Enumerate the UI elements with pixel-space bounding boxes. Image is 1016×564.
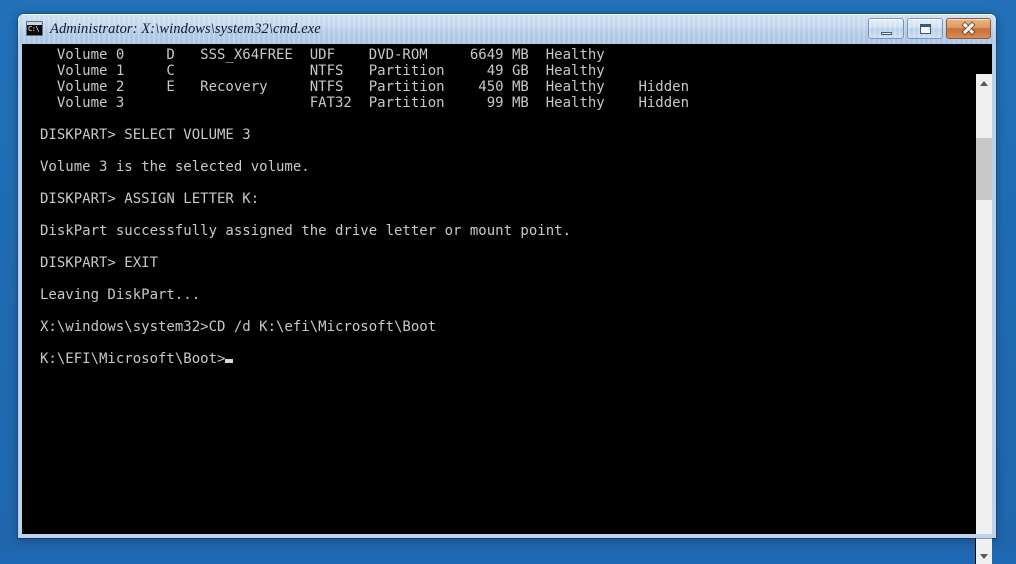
maximize-button[interactable] [907, 18, 943, 39]
desktop-background: C:\ Administrator: X:\windows\system32\c… [0, 0, 1016, 564]
maximize-icon [919, 24, 931, 34]
scroll-down-button[interactable] [976, 547, 992, 564]
title-bar-highlight [18, 14, 996, 15]
console-window: C:\ Administrator: X:\windows\system32\c… [18, 14, 996, 564]
close-button[interactable] [946, 18, 991, 39]
cmd-icon-label: C:\ [28, 25, 40, 33]
chevron-up-icon [980, 80, 988, 86]
window-bottom-shadow [18, 538, 996, 539]
cmd-console-icon[interactable]: C:\ [26, 21, 43, 36]
console-output: Volume 0 D SSS_X64FREE UDF DVD-ROM 6649 … [40, 47, 690, 367]
window-title: Administrator: X:\windows\system32\cmd.e… [50, 21, 321, 37]
caption-button-group [868, 18, 991, 40]
console-scrollbar[interactable] [975, 74, 992, 564]
title-bar[interactable]: C:\ Administrator: X:\windows\system32\c… [18, 14, 996, 44]
scrollbar-thumb[interactable] [976, 138, 992, 200]
chevron-down-icon [980, 553, 988, 559]
minimize-button[interactable] [868, 18, 904, 39]
console-screen[interactable]: Volume 0 D SSS_X64FREE UDF DVD-ROM 6649 … [22, 44, 975, 534]
close-icon [962, 22, 975, 35]
minimize-icon [880, 32, 892, 35]
console-client-area[interactable]: Volume 0 D SSS_X64FREE UDF DVD-ROM 6649 … [22, 44, 992, 564]
console-cursor [225, 359, 234, 363]
scroll-up-button[interactable] [976, 74, 992, 91]
